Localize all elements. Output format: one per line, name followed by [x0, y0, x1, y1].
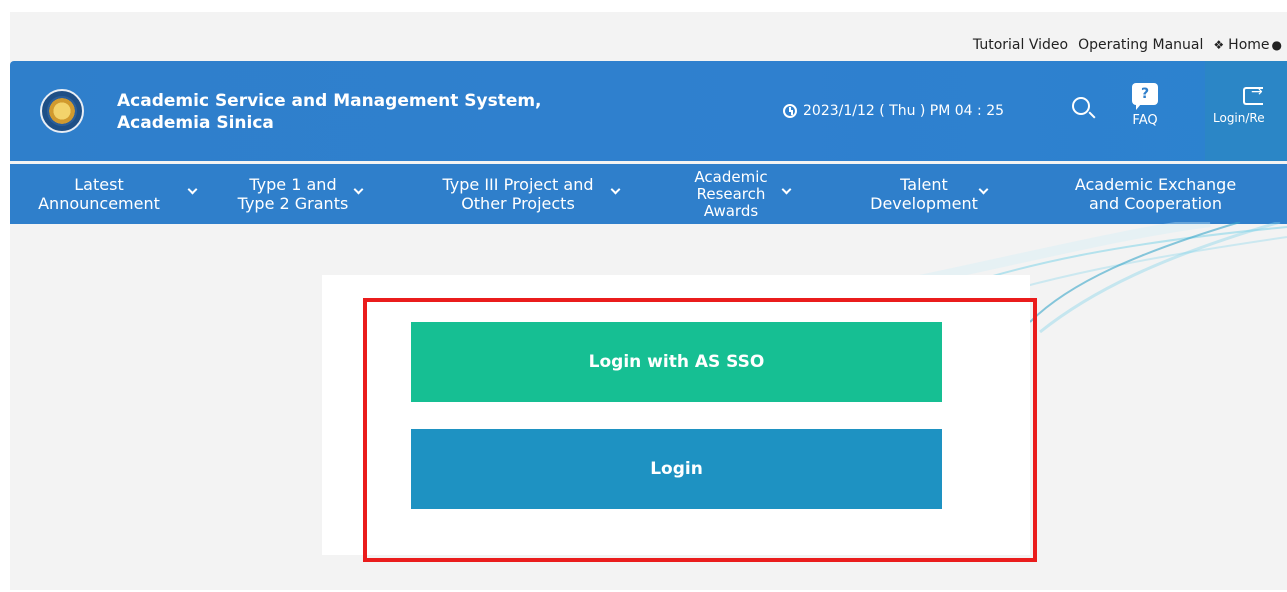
nav-label-line: Academic Exchange — [1074, 175, 1237, 194]
chevron-down-icon — [353, 184, 364, 195]
login-button[interactable]: Login — [411, 429, 942, 509]
nav-label-line: Development — [870, 194, 978, 213]
nav-label-line: and Cooperation — [1089, 194, 1222, 213]
home-icon: ❖ — [1213, 38, 1225, 52]
faq-button[interactable]: ? FAQ — [1125, 83, 1165, 141]
nav-type1-type2-grants[interactable]: Type 1 and Type 2 Grants — [188, 164, 398, 224]
globe-icon[interactable]: ● — [1272, 38, 1282, 52]
datetime-text: 2023/1/12 ( Thu ) PM 04 : 25 — [803, 103, 1005, 119]
nav-label-line: Research — [696, 184, 766, 203]
chevron-down-icon — [610, 184, 621, 195]
main-nav: Latest Announcement Type 1 and Type 2 Gran… — [10, 164, 1287, 224]
nav-label-line: Latest — [74, 175, 124, 194]
system-title[interactable]: Academic Service and Management System, … — [117, 90, 542, 134]
nav-label-line: Other Projects — [461, 194, 575, 213]
site-header: Academic Service and Management System, … — [10, 61, 1287, 161]
nav-latest-announcement[interactable]: Latest Announcement — [10, 164, 198, 224]
page-frame: Tutorial Video Operating Manual ❖ Home ●… — [10, 12, 1287, 590]
home-link[interactable]: ❖ Home ● — [1208, 37, 1287, 53]
nav-academic-research-awards[interactable]: Academic Research Awards — [638, 164, 824, 224]
nav-label-line: Type 1 and — [249, 175, 337, 194]
tutorial-video-link[interactable]: Tutorial Video — [968, 37, 1073, 53]
nav-label-line: Awards — [703, 201, 759, 220]
login-card: Login with AS SSO Login — [322, 275, 1030, 555]
search-button[interactable] — [1070, 95, 1098, 123]
login-sso-button[interactable]: Login with AS SSO — [411, 322, 942, 402]
home-link-label: Home — [1228, 37, 1270, 53]
system-title-line2: Academia Sinica — [117, 113, 274, 133]
current-datetime: 2023/1/12 ( Thu ) PM 04 : 25 — [783, 103, 1004, 119]
operating-manual-link[interactable]: Operating Manual — [1073, 37, 1208, 53]
nav-label-line: Announcement — [38, 194, 160, 213]
utility-links: Tutorial Video Operating Manual ❖ Home ● — [968, 34, 1287, 56]
login-register-button[interactable]: Login/Re — [1205, 61, 1287, 161]
chevron-down-icon — [978, 184, 989, 195]
nav-type3-projects[interactable]: Type III Project and Other Projects — [398, 164, 638, 224]
nav-academic-exchange[interactable]: Academic Exchange and Cooperation — [1024, 164, 1287, 224]
faq-chat-icon: ? — [1132, 83, 1158, 110]
clock-icon — [783, 104, 797, 118]
system-title-line1: Academic Service and Management System, — [117, 91, 542, 111]
nav-talent-development[interactable]: Talent Development — [824, 164, 1024, 224]
faq-label: FAQ — [1132, 113, 1158, 128]
nav-label-line: Type 2 Grants — [237, 194, 349, 213]
nav-label-line: Academic — [694, 167, 768, 186]
academia-sinica-logo[interactable] — [40, 89, 84, 133]
login-register-label: Login/Re — [1213, 111, 1265, 125]
chevron-down-icon — [781, 184, 792, 195]
login-icon — [1243, 84, 1263, 105]
nav-label-line: Talent — [900, 175, 948, 194]
nav-label-line: Type III Project and — [442, 175, 594, 194]
